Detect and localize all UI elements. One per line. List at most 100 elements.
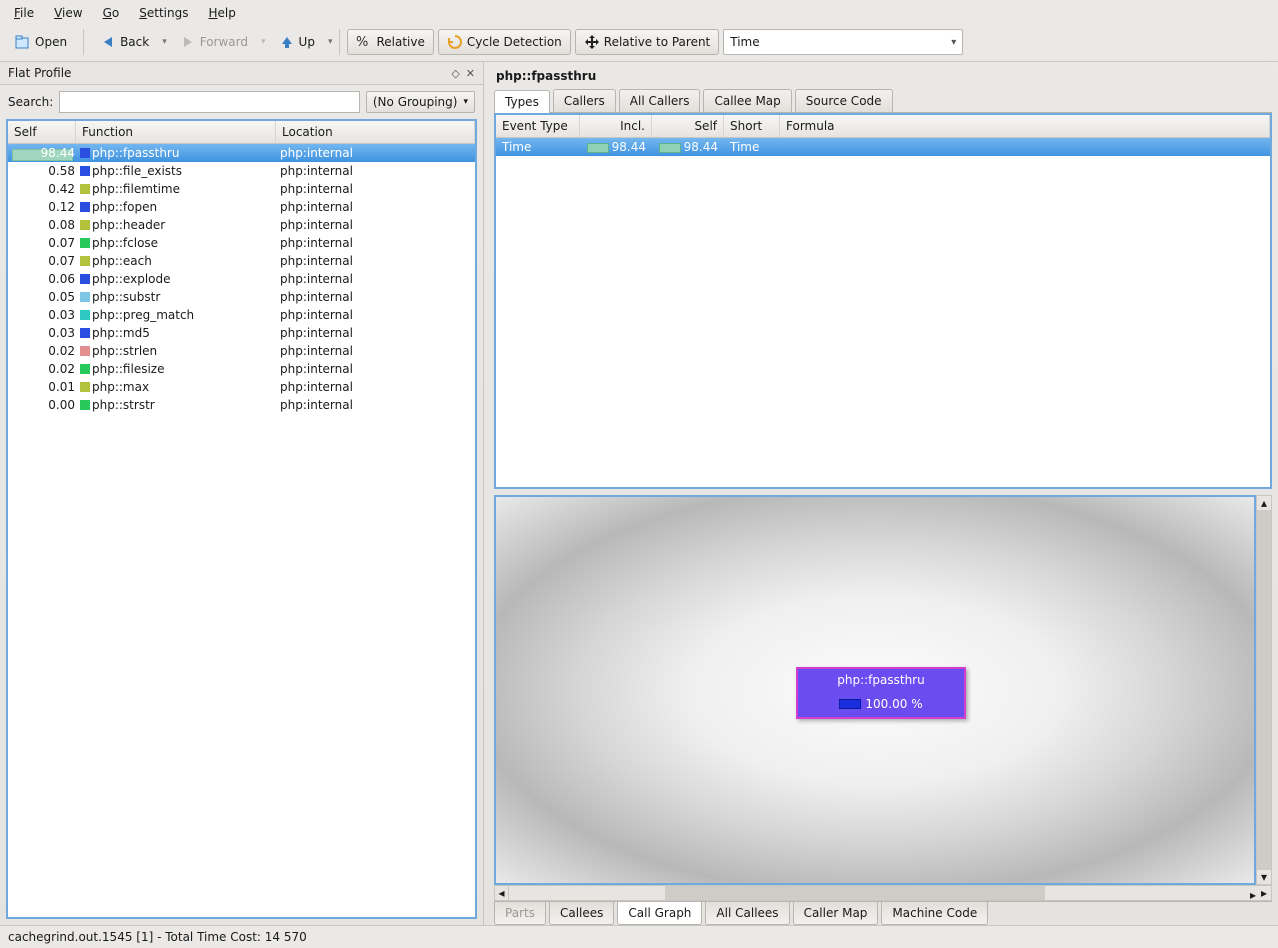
col-self[interactable]: Self bbox=[8, 121, 76, 143]
cell-func: php::preg_match bbox=[78, 308, 278, 322]
scroll-up-icon[interactable]: ▴ bbox=[1257, 496, 1271, 510]
cell-self: 0.00 bbox=[10, 398, 78, 412]
flat-profile-table[interactable]: Self Function Location 98.44php::fpassth… bbox=[6, 119, 477, 919]
up-button[interactable]: Up bbox=[270, 29, 324, 55]
table-row[interactable]: 0.02php::strlenphp:internal bbox=[8, 342, 475, 360]
tab-callers[interactable]: Callers bbox=[553, 89, 616, 112]
types-row[interactable]: Time 98.44 98.44 Time bbox=[496, 138, 1270, 156]
cell-loc: php:internal bbox=[278, 182, 473, 196]
color-swatch-icon bbox=[80, 400, 90, 410]
table-row[interactable]: 0.12php::fopenphp:internal bbox=[8, 198, 475, 216]
table-row[interactable]: 98.44php::fpassthruphp:internal bbox=[8, 144, 475, 162]
color-swatch-icon bbox=[80, 184, 90, 194]
types-panel: Event Type Incl. Self Short Formula Time… bbox=[494, 113, 1272, 489]
types-short: Time bbox=[724, 140, 780, 154]
scroll-left-icon[interactable]: ◂ bbox=[495, 886, 509, 900]
event-type-combo[interactable]: Time ▾ bbox=[723, 29, 963, 55]
up-dropdown-icon[interactable]: ▾ bbox=[328, 37, 333, 47]
cell-self: 0.01 bbox=[10, 380, 78, 394]
table-row[interactable]: 0.05php::substrphp:internal bbox=[8, 288, 475, 306]
scroll-down-icon[interactable]: ▾ bbox=[1257, 870, 1271, 884]
panel-title-bar: Flat Profile ◇ ✕ bbox=[0, 62, 483, 85]
chevron-down-icon: ▾ bbox=[951, 37, 956, 48]
col-formula[interactable]: Formula bbox=[780, 115, 1270, 137]
panel-close-icon[interactable]: ✕ bbox=[466, 67, 475, 80]
menu-help[interactable]: Help bbox=[200, 3, 243, 23]
graph-node[interactable]: php::fpassthru 100.00 % bbox=[796, 667, 966, 719]
cell-self: 0.58 bbox=[10, 164, 78, 178]
forward-button[interactable]: Forward bbox=[171, 29, 257, 55]
col-short[interactable]: Short bbox=[724, 115, 780, 137]
cell-loc: php:internal bbox=[278, 200, 473, 214]
tab-all-callers[interactable]: All Callers bbox=[619, 89, 701, 112]
cell-self: 0.12 bbox=[10, 200, 78, 214]
back-button[interactable]: Back bbox=[91, 29, 158, 55]
cell-func: php::md5 bbox=[78, 326, 278, 340]
vertical-scrollbar[interactable]: ▴ ▾ bbox=[1256, 495, 1272, 885]
grouping-value: (No Grouping) bbox=[373, 95, 458, 109]
table-row[interactable]: 0.01php::maxphp:internal bbox=[8, 378, 475, 396]
color-swatch-icon bbox=[80, 382, 90, 392]
call-graph[interactable]: php::fpassthru 100.00 % bbox=[494, 495, 1256, 885]
back-dropdown-icon[interactable]: ▾ bbox=[162, 37, 167, 47]
tab-callees[interactable]: Callees bbox=[549, 902, 614, 925]
scroll-thumb[interactable] bbox=[1257, 510, 1271, 870]
status-text: cachegrind.out.1545 [1] - Total Time Cos… bbox=[8, 930, 307, 944]
cell-loc: php:internal bbox=[278, 272, 473, 286]
function-title: php::fpassthru bbox=[494, 66, 1272, 89]
scroll-right2-icon[interactable]: ▸ bbox=[1257, 886, 1271, 900]
detail-tabs-top: TypesCallersAll CallersCallee MapSource … bbox=[494, 89, 1272, 113]
toolbar-separator bbox=[339, 29, 340, 55]
menu-view[interactable]: View bbox=[46, 3, 90, 23]
cell-func: php::max bbox=[78, 380, 278, 394]
col-self2[interactable]: Self bbox=[652, 115, 724, 137]
scroll-thumb[interactable] bbox=[665, 886, 1045, 900]
tab-parts[interactable]: Parts bbox=[494, 902, 546, 925]
tab-source-code[interactable]: Source Code bbox=[795, 89, 893, 112]
col-event-type[interactable]: Event Type bbox=[496, 115, 580, 137]
color-swatch-icon bbox=[80, 274, 90, 284]
col-location[interactable]: Location bbox=[276, 121, 475, 143]
menu-file[interactable]: File bbox=[6, 3, 42, 23]
table-row[interactable]: 0.06php::explodephp:internal bbox=[8, 270, 475, 288]
cell-func: php::filemtime bbox=[78, 182, 278, 196]
tab-call-graph[interactable]: Call Graph bbox=[617, 902, 702, 925]
menu-go[interactable]: Go bbox=[95, 3, 128, 23]
table-row[interactable]: 0.00php::strstrphp:internal bbox=[8, 396, 475, 414]
menu-settings[interactable]: Settings bbox=[131, 3, 196, 23]
table-row[interactable]: 0.42php::filemtimephp:internal bbox=[8, 180, 475, 198]
grouping-combo[interactable]: (No Grouping) ▾ bbox=[366, 91, 475, 113]
forward-dropdown-icon[interactable]: ▾ bbox=[261, 37, 266, 47]
tab-callee-map[interactable]: Callee Map bbox=[703, 89, 791, 112]
table-row[interactable]: 0.07php::eachphp:internal bbox=[8, 252, 475, 270]
relative-button[interactable]: % Relative bbox=[347, 29, 433, 55]
open-button[interactable]: Open bbox=[6, 29, 76, 55]
tab-types[interactable]: Types bbox=[494, 90, 550, 113]
col-function[interactable]: Function bbox=[76, 121, 276, 143]
cycle-icon bbox=[447, 34, 463, 50]
cell-func: php::filesize bbox=[78, 362, 278, 376]
cell-self: 0.07 bbox=[10, 254, 78, 268]
tab-machine-code[interactable]: Machine Code bbox=[881, 902, 988, 925]
table-row[interactable]: 0.08php::headerphp:internal bbox=[8, 216, 475, 234]
table-row[interactable]: 0.03php::preg_matchphp:internal bbox=[8, 306, 475, 324]
panel-title: Flat Profile bbox=[8, 66, 71, 80]
types-et: Time bbox=[496, 140, 580, 154]
tab-caller-map[interactable]: Caller Map bbox=[793, 902, 879, 925]
cycle-detection-button[interactable]: Cycle Detection bbox=[438, 29, 571, 55]
horizontal-scrollbar[interactable]: ◂ ▸ ▸ bbox=[494, 885, 1272, 901]
col-incl[interactable]: Incl. bbox=[580, 115, 652, 137]
relative-label: Relative bbox=[376, 35, 424, 49]
node-percent: 100.00 % bbox=[865, 697, 922, 711]
relative-to-parent-button[interactable]: Relative to Parent bbox=[575, 29, 719, 55]
table-row[interactable]: 0.58php::file_existsphp:internal bbox=[8, 162, 475, 180]
cell-func: php::header bbox=[78, 218, 278, 232]
cell-self: 0.42 bbox=[10, 182, 78, 196]
cell-loc: php:internal bbox=[278, 254, 473, 268]
search-input[interactable] bbox=[59, 91, 360, 113]
table-row[interactable]: 0.03php::md5php:internal bbox=[8, 324, 475, 342]
table-row[interactable]: 0.02php::filesizephp:internal bbox=[8, 360, 475, 378]
tab-all-callees[interactable]: All Callees bbox=[705, 902, 789, 925]
panel-float-icon[interactable]: ◇ bbox=[451, 67, 459, 80]
table-row[interactable]: 0.07php::fclosephp:internal bbox=[8, 234, 475, 252]
